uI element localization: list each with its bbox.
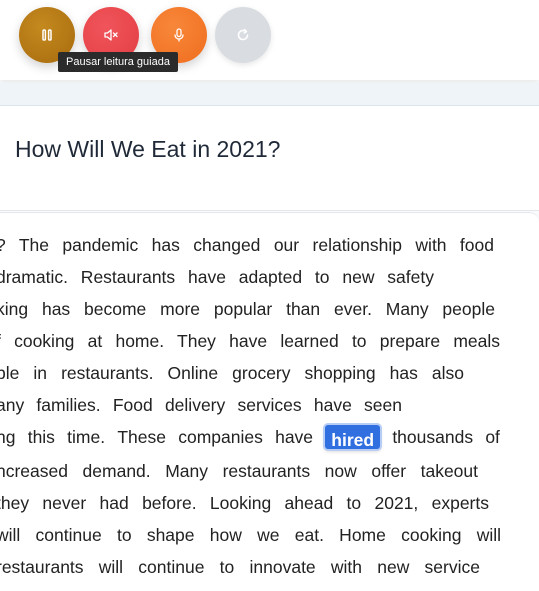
reset-button[interactable] <box>215 7 271 63</box>
reading-text-panel: ? The pandemic has changed our relations… <box>0 212 539 591</box>
text-line: restaurants will continue to innovate wi… <box>0 557 480 577</box>
text-line: f cooking at home. They have learned to … <box>0 331 500 351</box>
word: of <box>485 427 500 447</box>
text-line: they never had before. Looking ahead to … <box>0 493 489 513</box>
text-line: dramatic. Restaurants have adapted to ne… <box>0 267 434 287</box>
word: this <box>27 427 55 447</box>
word: companies <box>178 427 263 447</box>
word: ng <box>0 427 16 447</box>
section-divider <box>0 83 539 106</box>
microphone-icon <box>174 28 184 42</box>
text-line: king has become more popular than ever. … <box>0 299 495 319</box>
reading-toolbar: Pausar leitura guiada <box>0 0 539 80</box>
text-line: any families. Food delivery services hav… <box>0 395 402 415</box>
text-line: ble in restaurants. Online grocery shopp… <box>0 363 464 383</box>
word: have <box>275 427 314 447</box>
speaker-muted-icon <box>104 29 118 41</box>
text-line-highlighted: ng this time. These companies have hired… <box>0 425 500 450</box>
current-word-highlight[interactable]: hired <box>325 425 381 450</box>
pause-icon <box>42 29 52 41</box>
title-card: How Will We Eat in 2021? <box>0 106 539 211</box>
text-line: will continue to shape how we eat. Home … <box>0 525 501 545</box>
text-line: ? The pandemic has changed our relations… <box>0 235 494 255</box>
refresh-icon <box>237 28 249 41</box>
word: time. <box>67 427 106 447</box>
word: These <box>117 427 166 447</box>
page-title: How Will We Eat in 2021? <box>15 136 281 162</box>
text-line: ncreased demand. Many restaurants now of… <box>0 461 478 481</box>
pause-tooltip: Pausar leitura guiada <box>58 52 178 72</box>
word: thousands <box>392 427 474 447</box>
